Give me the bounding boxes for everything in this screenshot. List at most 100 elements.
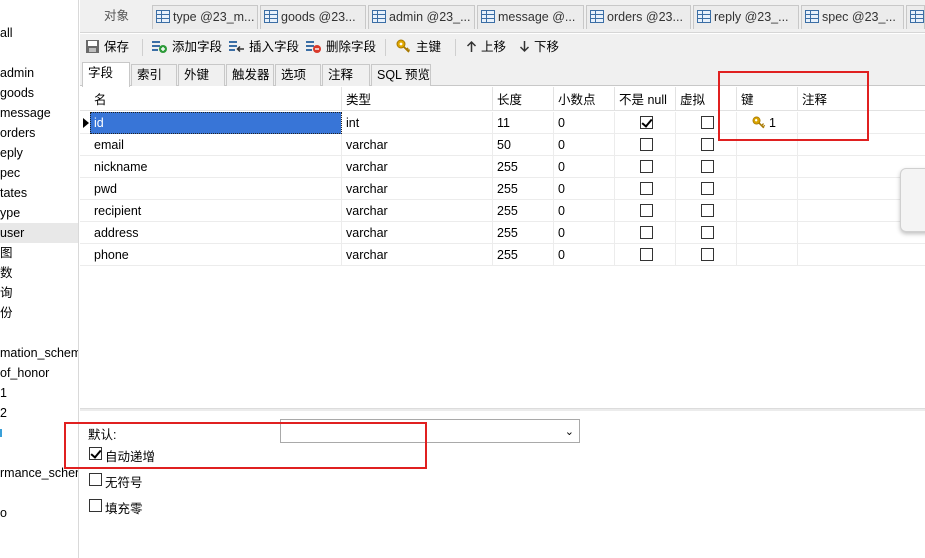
primary-key-button[interactable]: 主键 xyxy=(396,37,441,58)
cell-name[interactable]: phone xyxy=(90,244,342,266)
tab-orders[interactable]: orders @23... xyxy=(586,5,691,29)
not-null-checkbox[interactable] xyxy=(640,248,653,261)
virtual-checkbox[interactable] xyxy=(701,116,714,129)
column-header-length[interactable]: 长度 xyxy=(493,87,554,111)
cell-decimals[interactable]: 0 xyxy=(554,222,615,244)
cell-name[interactable]: email xyxy=(90,134,342,156)
not-null-checkbox[interactable] xyxy=(640,160,653,173)
not-null-checkbox[interactable] xyxy=(640,138,653,151)
subtab-options[interactable]: 选项 xyxy=(275,64,321,86)
cell-key[interactable] xyxy=(737,244,798,266)
virtual-checkbox[interactable] xyxy=(701,138,714,151)
tree-item-of-honor[interactable]: of_honor xyxy=(0,363,49,383)
cell-key[interactable] xyxy=(737,156,798,178)
subtab-comment[interactable]: 注释 xyxy=(322,64,370,86)
move-up-button[interactable]: 上移 xyxy=(466,37,506,58)
tree-item-goods[interactable]: goods xyxy=(0,83,34,103)
virtual-checkbox[interactable] xyxy=(701,226,714,239)
cell-decimals[interactable]: 0 xyxy=(554,244,615,266)
add-field-button[interactable]: 添加字段 xyxy=(151,37,222,58)
table-row[interactable]: nickname varchar 255 0 xyxy=(80,156,925,178)
subtab-triggers[interactable]: 触发器 xyxy=(226,64,274,86)
cell-length[interactable]: 255 xyxy=(493,222,554,244)
cell-key[interactable] xyxy=(737,178,798,200)
cell-length[interactable]: 255 xyxy=(493,244,554,266)
table-row[interactable]: address varchar 255 0 xyxy=(80,222,925,244)
cell-type[interactable]: varchar xyxy=(342,178,493,200)
virtual-checkbox[interactable] xyxy=(701,204,714,217)
cell-key[interactable] xyxy=(737,200,798,222)
tree-item-admin[interactable]: admin xyxy=(0,63,34,83)
tree-item-1[interactable]: 1 xyxy=(0,383,7,403)
tree-item-views[interactable]: 图 xyxy=(0,243,13,263)
column-header-not-null[interactable]: 不是 null xyxy=(615,87,676,111)
tree-item-functions[interactable]: 数 xyxy=(0,263,13,283)
tab-type[interactable]: type @23_m... xyxy=(152,5,258,29)
tab-admin[interactable]: admin @23_... xyxy=(368,5,475,29)
tab-goods[interactable]: goods @23... xyxy=(260,5,366,29)
subtab-foreign-keys[interactable]: 外键 xyxy=(178,64,225,86)
delete-field-button[interactable]: 删除字段 xyxy=(305,37,376,58)
insert-field-button[interactable]: 插入字段 xyxy=(228,37,299,58)
column-header-decimals[interactable]: 小数点 xyxy=(554,87,615,111)
table-row[interactable]: pwd varchar 255 0 xyxy=(80,178,925,200)
tree-item-o[interactable]: o xyxy=(0,503,7,523)
cell-name[interactable]: pwd xyxy=(90,178,342,200)
subtab-indexes[interactable]: 索引 xyxy=(131,64,177,86)
cell-decimals[interactable]: 0 xyxy=(554,112,615,134)
tree-item-spec[interactable]: pec xyxy=(0,163,20,183)
tree-item[interactable]: all xyxy=(0,23,13,43)
cell-type[interactable]: varchar xyxy=(342,222,493,244)
tree-item-message[interactable]: message xyxy=(0,103,51,123)
cell-key[interactable] xyxy=(737,222,798,244)
cell-decimals[interactable]: 0 xyxy=(554,134,615,156)
zerofill-checkbox[interactable] xyxy=(89,499,102,512)
tree-item-queries[interactable]: 询 xyxy=(0,283,13,303)
tree-item-states[interactable]: tates xyxy=(0,183,27,203)
subtab-sql-preview[interactable]: SQL 预览 xyxy=(371,64,431,86)
cell-name[interactable]: id xyxy=(90,112,342,134)
tree-item-backups[interactable]: 份 xyxy=(0,303,13,323)
cell-length[interactable]: 255 xyxy=(493,156,554,178)
tree-item-information-schema[interactable]: mation_schem xyxy=(0,343,78,363)
tab-objects[interactable]: 对象 xyxy=(80,5,150,29)
unsigned-checkbox[interactable] xyxy=(89,473,102,486)
subtab-fields[interactable]: 字段 xyxy=(82,62,130,87)
cell-name[interactable]: nickname xyxy=(90,156,342,178)
cell-decimals[interactable]: 0 xyxy=(554,156,615,178)
column-header-type[interactable]: 类型 xyxy=(342,87,493,111)
cell-length[interactable]: 255 xyxy=(493,178,554,200)
virtual-checkbox[interactable] xyxy=(701,182,714,195)
tab-overflow[interactable] xyxy=(906,5,925,29)
not-null-checkbox[interactable] xyxy=(640,226,653,239)
tree-item-orders[interactable]: orders xyxy=(0,123,35,143)
cell-comment[interactable] xyxy=(798,244,925,266)
cell-decimals[interactable]: 0 xyxy=(554,200,615,222)
cell-length[interactable]: 255 xyxy=(493,200,554,222)
tree-item-2[interactable]: 2 xyxy=(0,403,7,423)
not-null-checkbox[interactable] xyxy=(640,182,653,195)
cell-type[interactable]: varchar xyxy=(342,134,493,156)
table-row[interactable]: recipient varchar 255 0 xyxy=(80,200,925,222)
floating-panel[interactable] xyxy=(900,168,925,232)
cell-type[interactable]: varchar xyxy=(342,244,493,266)
tab-spec[interactable]: spec @23_... xyxy=(801,5,904,29)
not-null-checkbox[interactable] xyxy=(640,116,653,129)
not-null-checkbox[interactable] xyxy=(640,204,653,217)
tree-item-reply[interactable]: eply xyxy=(0,143,23,163)
column-header-name[interactable]: 名 xyxy=(90,87,342,111)
tree-item-type[interactable]: ype xyxy=(0,203,20,223)
save-button[interactable]: 保存 xyxy=(85,37,129,58)
cell-type[interactable]: varchar xyxy=(342,156,493,178)
cell-type[interactable]: varchar xyxy=(342,200,493,222)
tab-message[interactable]: message @... xyxy=(477,5,584,29)
cell-length[interactable]: 50 xyxy=(493,134,554,156)
cell-type[interactable]: int xyxy=(342,112,493,134)
cell-decimals[interactable]: 0 xyxy=(554,178,615,200)
virtual-checkbox[interactable] xyxy=(701,248,714,261)
move-down-button[interactable]: 下移 xyxy=(519,37,559,58)
table-row[interactable]: phone varchar 255 0 xyxy=(80,244,925,266)
cell-length[interactable]: 11 xyxy=(493,112,554,134)
tree-item-user[interactable]: user xyxy=(0,223,78,243)
cell-name[interactable]: recipient xyxy=(90,200,342,222)
